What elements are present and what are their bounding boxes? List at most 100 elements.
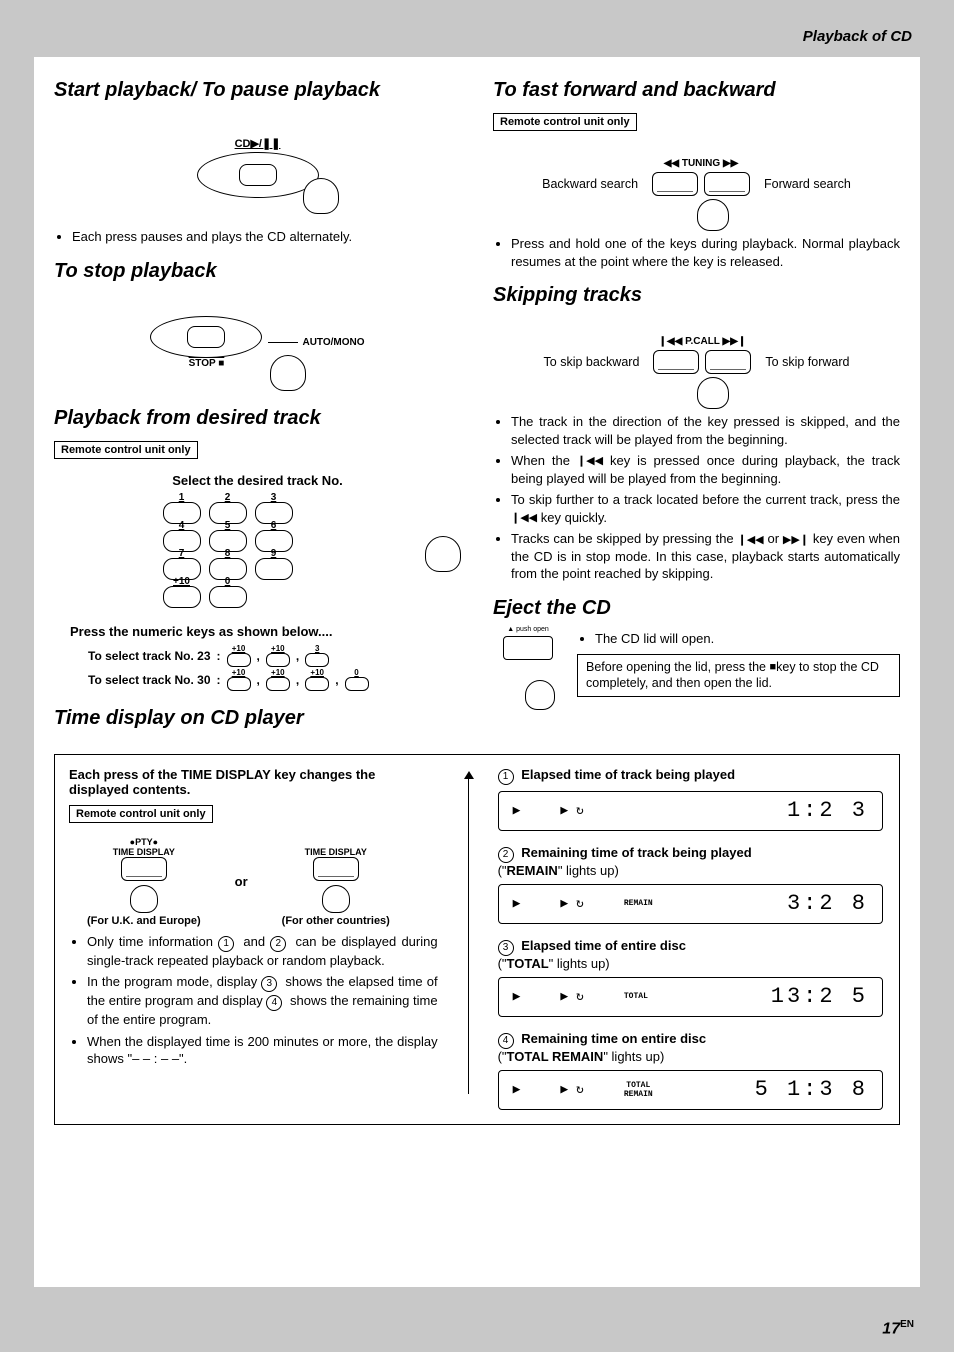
note-item: Tracks can be skipped by pressing the ❙◀… — [511, 530, 900, 583]
play-icon: ▶ — [513, 896, 521, 911]
time-value: 13:2 5 — [771, 984, 868, 1009]
other-caption: (For other countries) — [282, 915, 390, 927]
time-display-box: Each press of the TIME DISPLAY key chang… — [54, 754, 900, 1125]
stop-illustration: STOP ■ AUTO/MONO — [54, 293, 461, 393]
pcall-label: ❙◀◀ P.CALL ▶▶❙ — [653, 336, 751, 347]
backward-search-label: Backward search — [542, 177, 638, 192]
start-playback-notes: Each press pauses and plays the CD alter… — [54, 228, 461, 246]
indicator: REMAIN — [624, 899, 653, 908]
start-playback-title: Start playback/ To pause playback — [54, 79, 461, 102]
hand-icon — [303, 178, 339, 214]
example-30: To select track No. 30: +10, +10, +10, 0 — [54, 669, 461, 691]
cd-play-pause-illustration: CD▶/❚❚ — [54, 112, 461, 222]
time-display-title: Time display on CD player — [54, 707, 461, 730]
note-item: The CD lid will open. — [595, 630, 900, 648]
time-heading: Each press of the TIME DISPLAY key chang… — [69, 767, 438, 797]
push-open-label: ▲ push open — [493, 626, 563, 633]
header-section-label: Playback of CD — [34, 28, 912, 45]
note-item: When the displayed time is 200 minutes o… — [87, 1033, 438, 1068]
key-9[interactable]: 9 — [255, 558, 293, 580]
skip-back-icon: ❙◀◀ — [577, 454, 603, 469]
lcd-display: ▶ ▶ ↻ TOTAL REMAIN 5 1:3 8 — [498, 1070, 883, 1110]
two-columns: Start playback/ To pause playback CD▶/❚❚… — [54, 79, 900, 740]
indicator: TOTAL REMAIN — [624, 1081, 653, 1099]
hand-icon — [322, 885, 350, 913]
stop-playback-title: To stop playback — [54, 260, 461, 283]
eject-illustration: ▲ push open — [493, 630, 563, 720]
pcall-back-key[interactable] — [653, 350, 699, 374]
hand-icon — [425, 536, 461, 572]
pty-label: ●PTY● — [130, 837, 158, 847]
desired-track-title: Playback from desired track — [54, 407, 461, 430]
lcd-display: ▶ ▶ ↻ 1:2 3 — [498, 791, 883, 831]
hand-icon — [697, 199, 729, 231]
uk-caption: (For U.K. and Europe) — [87, 915, 201, 927]
ff-bw-notes: Press and hold one of the keys during pl… — [493, 235, 900, 270]
eject-button[interactable] — [503, 636, 553, 660]
eject-title: Eject the CD — [493, 597, 900, 620]
time-display-key-uk[interactable] — [121, 857, 167, 881]
skip-back-icon: ❙◀◀ — [738, 533, 764, 548]
note-item: Only time information 1 and 2 can be dis… — [87, 933, 438, 970]
tuning-label: ◀◀ TUNING ▶▶ — [652, 158, 750, 169]
lcd-display: ▶ ▶ ↻ TOTAL 13:2 5 — [498, 977, 883, 1017]
time-right-col: 1 Elapsed time of track being played ▶ ▶… — [468, 767, 883, 1110]
time-display-buttons: ●PTY● TIME DISPLAY (For U.K. and Europe)… — [69, 837, 438, 927]
pcall-illustration: To skip backward ❙◀◀ P.CALL ▶▶❙ To skip … — [493, 317, 900, 407]
tuning-back-key[interactable] — [652, 172, 698, 196]
time-display-label: TIME DISPLAY — [305, 847, 367, 857]
display-mode-4: 4 Remaining time on entire disc ("TOTAL … — [478, 1031, 883, 1110]
remote-only-badge: Remote control unit only — [493, 113, 637, 131]
eject-warning: Before opening the lid, press the ■key t… — [577, 654, 900, 698]
skip-fwd-label: To skip forward — [765, 355, 849, 370]
display-mode-2: 2 Remaining time of track being played (… — [478, 845, 883, 924]
time-display-key-other[interactable] — [313, 857, 359, 881]
skip-fwd-icon: ▶▶❙ — [783, 533, 809, 548]
auto-mono-label: AUTO/MONO — [302, 337, 364, 348]
play-icon: ▶ — [513, 803, 521, 818]
forward-search-label: Forward search — [764, 177, 851, 192]
skip-back-label: To skip backward — [544, 355, 640, 370]
stop-button[interactable] — [150, 316, 262, 358]
right-column: To fast forward and backward Remote cont… — [493, 79, 900, 740]
repeat-icon: ▶ ↻ — [560, 803, 583, 818]
skip-back-icon: ❙◀◀ — [511, 511, 537, 526]
time-display-label: TIME DISPLAY — [113, 847, 175, 857]
play-icon: ▶ — [513, 989, 521, 1004]
press-numeric-label: Press the numeric keys as shown below...… — [54, 624, 461, 639]
time-left-col: Each press of the TIME DISPLAY key chang… — [69, 767, 438, 1110]
remote-only-badge: Remote control unit only — [69, 805, 213, 823]
eject-notes: The CD lid will open. — [577, 630, 900, 648]
select-track-label: Select the desired track No. — [54, 473, 461, 488]
lcd-display: ▶ ▶ ↻ REMAIN 3:2 8 — [498, 884, 883, 924]
hand-icon — [525, 680, 555, 710]
hand-icon — [130, 885, 158, 913]
repeat-icon: ▶ ↻ — [560, 989, 583, 1004]
cd-play-label: CD▶/❚❚ — [197, 137, 319, 150]
repeat-icon: ▶ ↻ — [560, 896, 583, 911]
cd-play-button[interactable] — [197, 152, 319, 198]
indicator: TOTAL — [624, 992, 648, 1001]
numeric-keypad: 1 2 3 4 5 6 7 8 9 +10 0 — [163, 502, 291, 608]
display-mode-3: 3 Elapsed time of entire disc ("TOTAL" l… — [478, 938, 883, 1017]
note-item: To skip further to a track located befor… — [511, 491, 900, 526]
key-plus10[interactable]: +10 — [163, 586, 201, 608]
pcall-fwd-key[interactable] — [705, 350, 751, 374]
eject-row: ▲ push open The CD lid will open. Before… — [493, 630, 900, 720]
key-0[interactable]: 0 — [209, 586, 247, 608]
time-value: 3:2 8 — [787, 891, 868, 916]
display-mode-1: 1 Elapsed time of track being played ▶ ▶… — [478, 767, 883, 831]
stop-label: STOP ■ — [150, 358, 262, 369]
content-area: Start playback/ To pause playback CD▶/❚❚… — [34, 57, 920, 1287]
tuning-fwd-key[interactable] — [704, 172, 750, 196]
skipping-title: Skipping tracks — [493, 284, 900, 307]
note-item: The track in the direction of the key pr… — [511, 413, 900, 448]
repeat-icon: ▶ ↻ — [560, 1082, 583, 1097]
note-item: In the program mode, display 3 shows the… — [87, 973, 438, 1029]
left-column: Start playback/ To pause playback CD▶/❚❚… — [54, 79, 461, 740]
play-icon: ▶ — [513, 1082, 521, 1097]
skipping-notes: The track in the direction of the key pr… — [493, 413, 900, 583]
hand-icon — [270, 355, 306, 391]
time-value: 5 1:3 8 — [755, 1077, 868, 1102]
or-label: or — [235, 874, 248, 889]
